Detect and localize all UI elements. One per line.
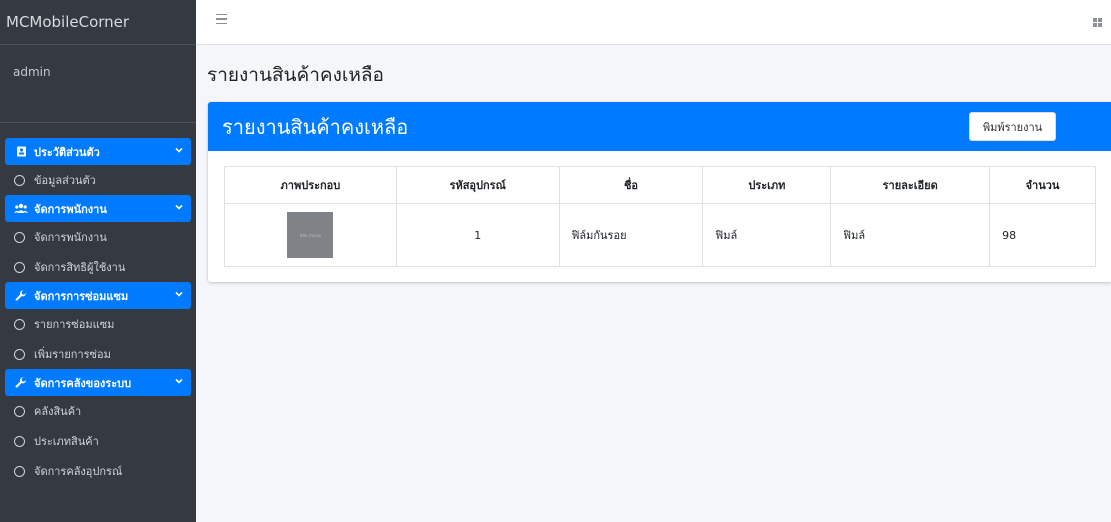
page-title: รายงานสินค้าคงเหลือ (207, 64, 384, 86)
column-header: รหัสอุปกรณ์ (395, 166, 560, 204)
report-card: รายงานสินค้าคงเหลือ พิมพ์รายงาน ภาพประกอ… (208, 102, 1111, 282)
id-card-icon (14, 146, 28, 157)
sidebar-item-warehouse[interactable]: คลังสินค้า (0, 396, 196, 426)
top-navbar (196, 0, 1111, 45)
nav-group-inventory[interactable]: จัดการคลังของระบบ (5, 369, 191, 396)
sidebar-item-user-permissions[interactable]: จัดการสิทธิผู้ใช้งาน (0, 252, 196, 282)
sidebar-item-product-types[interactable]: ประเภทสินค้า (0, 426, 196, 456)
circle-icon (14, 231, 25, 243)
card-header: รายงานสินค้าคงเหลือ พิมพ์รายงาน (208, 102, 1111, 151)
nav-group-repair[interactable]: จัดการการซ่อมแซม (5, 282, 191, 309)
brand-logo[interactable]: MCMobileCorner (0, 0, 196, 45)
chevron-down-icon (175, 204, 183, 210)
sidebar-item-label: จัดการพนักงาน (34, 231, 107, 244)
menu-toggle-icon[interactable] (216, 14, 227, 24)
column-header: ภาพประกอบ (224, 166, 397, 204)
column-header: รายละเอียด (830, 166, 991, 204)
nav-group-label: ประวัติส่วนตัว (34, 145, 100, 159)
code-cell: 1 (395, 203, 560, 267)
users-icon (14, 203, 28, 214)
nav-group-label: จัดการพนักงาน (34, 202, 107, 216)
sidebar-item-label: คลังสินค้า (34, 405, 82, 418)
sidebar-item-repair-list[interactable]: รายการซ่อมแซม (0, 309, 196, 339)
nav-group-profile[interactable]: ประวัติส่วนตัว (5, 138, 191, 165)
sidebar-item-label: รายการซ่อมแซม (34, 318, 115, 331)
sidebar-item-label: เพิ่มรายการซ่อม (34, 348, 111, 361)
sidebar-item-manage-staff[interactable]: จัดการพนักงาน (0, 222, 196, 252)
card-title: รายงานสินค้าคงเหลือ (222, 114, 409, 139)
circle-icon (14, 261, 25, 273)
inventory-table: ภาพประกอบ รหัสอุปกรณ์ ชื่อ ประเภท รายละเ… (224, 166, 1096, 267)
chevron-down-icon (175, 291, 183, 297)
print-report-button[interactable]: พิมพ์รายงาน (969, 112, 1056, 141)
chevron-down-icon (175, 378, 183, 384)
apps-grid-icon[interactable] (1093, 18, 1102, 27)
wrench-icon (14, 289, 28, 302)
sidebar-item-equipment-stock[interactable]: จัดการคลังอุปกรณ์ (0, 456, 196, 486)
detail-cell: ฟิมล์ (830, 203, 991, 267)
nav-group-staff[interactable]: จัดการพนักงาน (5, 195, 191, 222)
product-thumbnail: ฟิล์ม กันรอย (287, 212, 334, 258)
column-header: ชื่อ (558, 166, 704, 204)
column-header: จำนวน (989, 166, 1096, 204)
circle-icon (14, 174, 25, 186)
nav-group-label: จัดการคลังของระบบ (34, 376, 132, 390)
circle-icon (14, 318, 25, 330)
table-header-row: ภาพประกอบ รหัสอุปกรณ์ ชื่อ ประเภท รายละเ… (224, 166, 1096, 204)
sidebar-item-label: จัดการคลังอุปกรณ์ (34, 465, 123, 478)
sidebar-item-profile-info[interactable]: ข้อมูลส่วนตัว (0, 165, 196, 195)
circle-icon (14, 405, 25, 417)
nav-group-label: จัดการการซ่อมแซม (34, 289, 129, 303)
user-panel: admin (0, 45, 196, 123)
user-name[interactable]: admin (13, 65, 51, 79)
sidebar-item-label: ข้อมูลส่วนตัว (34, 174, 96, 187)
sidebar-nav: ประวัติส่วนตัว ข้อมูลส่วนตัว จัดการพนักง… (0, 138, 196, 486)
name-cell: ฟิล์มกันรอย (558, 203, 704, 267)
column-header: ประเภท (702, 166, 832, 204)
table-row: ฟิล์ม กันรอย 1 ฟิล์มกันรอย ฟิมล์ ฟิมล์ 9… (224, 203, 1096, 267)
circle-icon (14, 435, 25, 447)
sidebar-item-add-repair[interactable]: เพิ่มรายการซ่อม (0, 339, 196, 369)
type-cell: ฟิมล์ (702, 203, 832, 267)
sidebar-item-label: จัดการสิทธิผู้ใช้งาน (34, 261, 126, 274)
chevron-down-icon (175, 147, 183, 153)
wrench-icon (14, 376, 28, 389)
thumbnail-caption: ฟิล์ม กันรอย (299, 232, 322, 238)
circle-icon (14, 465, 25, 477)
sidebar: MCMobileCorner admin ประวัติส่วนตัว ข้อม… (0, 0, 196, 522)
image-cell: ฟิล์ม กันรอย (224, 203, 397, 267)
quantity-cell: 98 (989, 203, 1096, 267)
circle-icon (14, 348, 25, 360)
sidebar-item-label: ประเภทสินค้า (34, 435, 99, 448)
